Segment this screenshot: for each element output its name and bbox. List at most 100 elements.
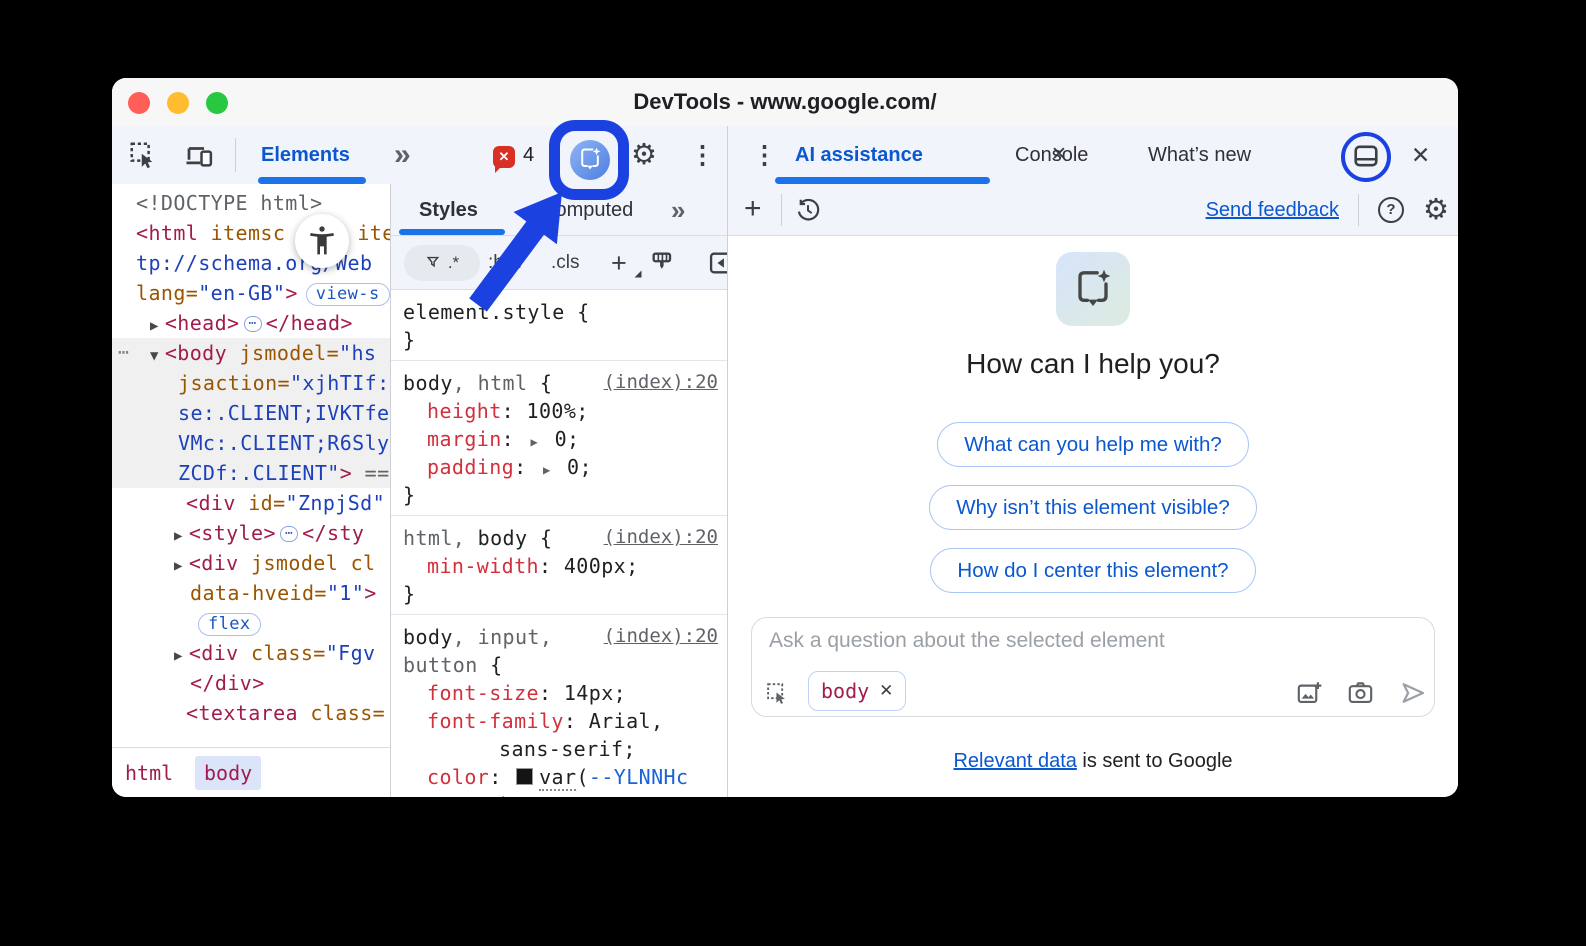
tree-toggle-icon[interactable]: ▼ <box>150 348 165 364</box>
new-style-rule-button[interactable]: + <box>611 236 627 290</box>
dom-tree-node[interactable]: ▶<style>⋯</sty <box>112 518 390 548</box>
error-badge-icon[interactable]: ✕ <box>493 146 515 168</box>
toolbar-divider <box>235 138 236 172</box>
filter-funnel-icon <box>425 254 444 273</box>
help-icon[interactable]: ? <box>1378 197 1404 223</box>
style-rule[interactable]: element.style {} <box>391 290 727 361</box>
dom-tree-node[interactable]: tp://schema.org/Web <box>112 248 390 278</box>
dock-sidebar-icon[interactable] <box>707 249 727 282</box>
code-text: <head> <box>165 311 240 335</box>
code-text: <html <box>136 221 198 245</box>
settings-gear-icon[interactable]: ⚙ <box>631 126 657 184</box>
drawer-menu-dots-icon[interactable]: ⋮ <box>752 126 777 184</box>
suggestion-button[interactable]: Why isn’t this element visible? <box>929 485 1256 530</box>
dom-tree-node[interactable]: data-hveid="1"> <box>112 578 390 608</box>
more-style-tabs-icon[interactable]: » <box>671 184 685 236</box>
more-tabs-icon[interactable]: » <box>394 126 411 184</box>
context-chip-body[interactable]: body ✕ <box>808 671 906 711</box>
error-count[interactable]: 4 <box>523 126 534 184</box>
tree-toggle-icon[interactable]: ▶ <box>150 318 165 334</box>
css-text[interactable]: ▶ <box>539 463 555 477</box>
expand-node-button[interactable]: ⋯ <box>280 526 298 542</box>
code-text: > <box>285 281 297 305</box>
expand-node-button[interactable]: ⋯ <box>244 316 262 332</box>
main-menu-dots-icon[interactable]: ⋮ <box>690 126 715 184</box>
dom-tree-node[interactable]: ▶<div class="Fgv <box>112 638 390 668</box>
dom-tree-node[interactable]: <!DOCTYPE html> <box>112 188 390 218</box>
relevant-data-link[interactable]: Relevant data <box>953 750 1076 772</box>
chip-label: body <box>821 679 869 703</box>
select-element-icon[interactable] <box>765 681 790 711</box>
css-text: ( <box>576 765 588 789</box>
style-rule[interactable]: (index):20body, html {height: 100%;margi… <box>391 361 727 516</box>
rendering-brush-icon[interactable] <box>649 249 677 282</box>
tab-whats-new[interactable]: What’s new <box>1148 126 1251 184</box>
tab-elements[interactable]: Elements <box>261 126 350 184</box>
style-rule[interactable]: (index):20html, body {min-width: 400px;} <box>391 516 727 615</box>
dom-tree-node[interactable]: flex <box>112 608 390 638</box>
code-text: </head> <box>266 311 353 335</box>
dom-tree-node[interactable]: ▶<div jsmodel cl <box>112 548 390 578</box>
dom-tree-node[interactable]: VMc:.CLIENT;R6Sly <box>112 428 390 458</box>
new-chat-button[interactable]: + <box>744 184 762 236</box>
stylesheet-source-link[interactable]: (index):20 <box>604 371 718 393</box>
inspect-element-icon[interactable] <box>128 140 158 175</box>
tab-console[interactable]: Console <box>1015 126 1088 184</box>
code-text: class= <box>239 641 326 665</box>
dom-tree-node[interactable]: se:.CLIENT;IVKTfe <box>112 398 390 428</box>
code-text: "Fgv <box>326 641 376 665</box>
suggestion-button[interactable]: What can you help me with? <box>937 422 1249 467</box>
tree-toggle-icon[interactable]: ▶ <box>174 528 189 544</box>
suggestion-button[interactable]: How do I center this element? <box>930 548 1255 593</box>
toggle-hover-state-button[interactable]: :hov <box>488 236 524 290</box>
code-text: lang= <box>136 281 198 305</box>
breadcrumb: html body <box>112 747 390 797</box>
stylesheet-source-link[interactable]: (index):20 <box>604 526 718 548</box>
styles-toolbar: .* :hov .cls + <box>391 236 727 290</box>
send-feedback-link[interactable]: Send feedback <box>1206 184 1339 236</box>
toggle-class-button[interactable]: .cls <box>551 236 580 290</box>
dom-tree-node[interactable]: lang="en-GB"> view-s <box>112 278 390 308</box>
code-text: </sty <box>302 521 364 545</box>
inline-badge[interactable]: view-s <box>306 283 390 306</box>
dom-tree-node[interactable]: <textarea class= <box>112 698 390 728</box>
breadcrumb-body[interactable]: body <box>195 756 261 790</box>
tree-toggle-icon[interactable]: ▶ <box>174 648 189 664</box>
tree-toggle-icon[interactable]: ▶ <box>174 558 189 574</box>
dom-tree-node[interactable]: ZCDf:.CLIENT"> == <box>112 458 390 488</box>
window-title: DevTools - www.google.com/ <box>112 78 1458 126</box>
send-icon[interactable] <box>1399 679 1427 712</box>
dom-tree-node[interactable]: jsaction="xjhTIf: <box>112 368 390 398</box>
suggestion-list: What can you help me with? Why isn’t this… <box>728 422 1458 611</box>
ask-placeholder: Ask a question about the selected elemen… <box>769 629 1165 653</box>
ai-settings-gear-icon[interactable]: ⚙ <box>1423 184 1449 236</box>
code-text: jsmodel cl <box>239 551 376 575</box>
dom-tree-node[interactable]: <div id="ZnpjSd" <box>112 488 390 518</box>
css-text[interactable]: ▶ <box>527 435 543 449</box>
dom-tree-node[interactable]: ▶<head>⋯</head> <box>112 308 390 338</box>
dom-tree-node[interactable]: ⋯▼<body jsmodel="hs <box>112 338 390 368</box>
breadcrumb-html[interactable]: html <box>116 756 182 790</box>
styles-tab-underline <box>399 229 505 235</box>
history-icon[interactable] <box>795 197 821 228</box>
close-devtools-icon[interactable]: ✕ <box>1411 126 1430 184</box>
devtools-window: DevTools - www.google.com/ Elements » ✕ … <box>112 78 1458 797</box>
stylesheet-source-link[interactable]: (index):20 <box>604 625 718 647</box>
code-text: "1" <box>327 581 364 605</box>
device-toolbar-icon[interactable] <box>184 141 214 176</box>
style-filter-input[interactable]: .* <box>404 245 480 281</box>
dom-tree-node[interactable]: </div> <box>112 668 390 698</box>
tab-ai-assistance[interactable]: AI assistance <box>795 126 923 184</box>
code-text: "en-GB" <box>198 281 285 305</box>
style-rule[interactable]: (index):20body, input,button {font-size:… <box>391 615 727 797</box>
add-image-icon[interactable] <box>1296 680 1323 712</box>
annotation-ring-ai-button <box>549 120 629 200</box>
css-variable-link[interactable]: --YLNNHc <box>589 765 689 789</box>
screenshot-camera-icon[interactable] <box>1347 680 1374 712</box>
ask-input[interactable]: Ask a question about the selected elemen… <box>751 617 1435 717</box>
inline-badge[interactable]: flex <box>198 613 261 636</box>
node-menu-icon[interactable]: ⋯ <box>118 338 129 368</box>
color-swatch[interactable] <box>516 768 533 785</box>
ai-toolbar: + Send feedback ? ⚙ <box>728 184 1458 236</box>
chip-remove-icon[interactable]: ✕ <box>879 681 893 701</box>
